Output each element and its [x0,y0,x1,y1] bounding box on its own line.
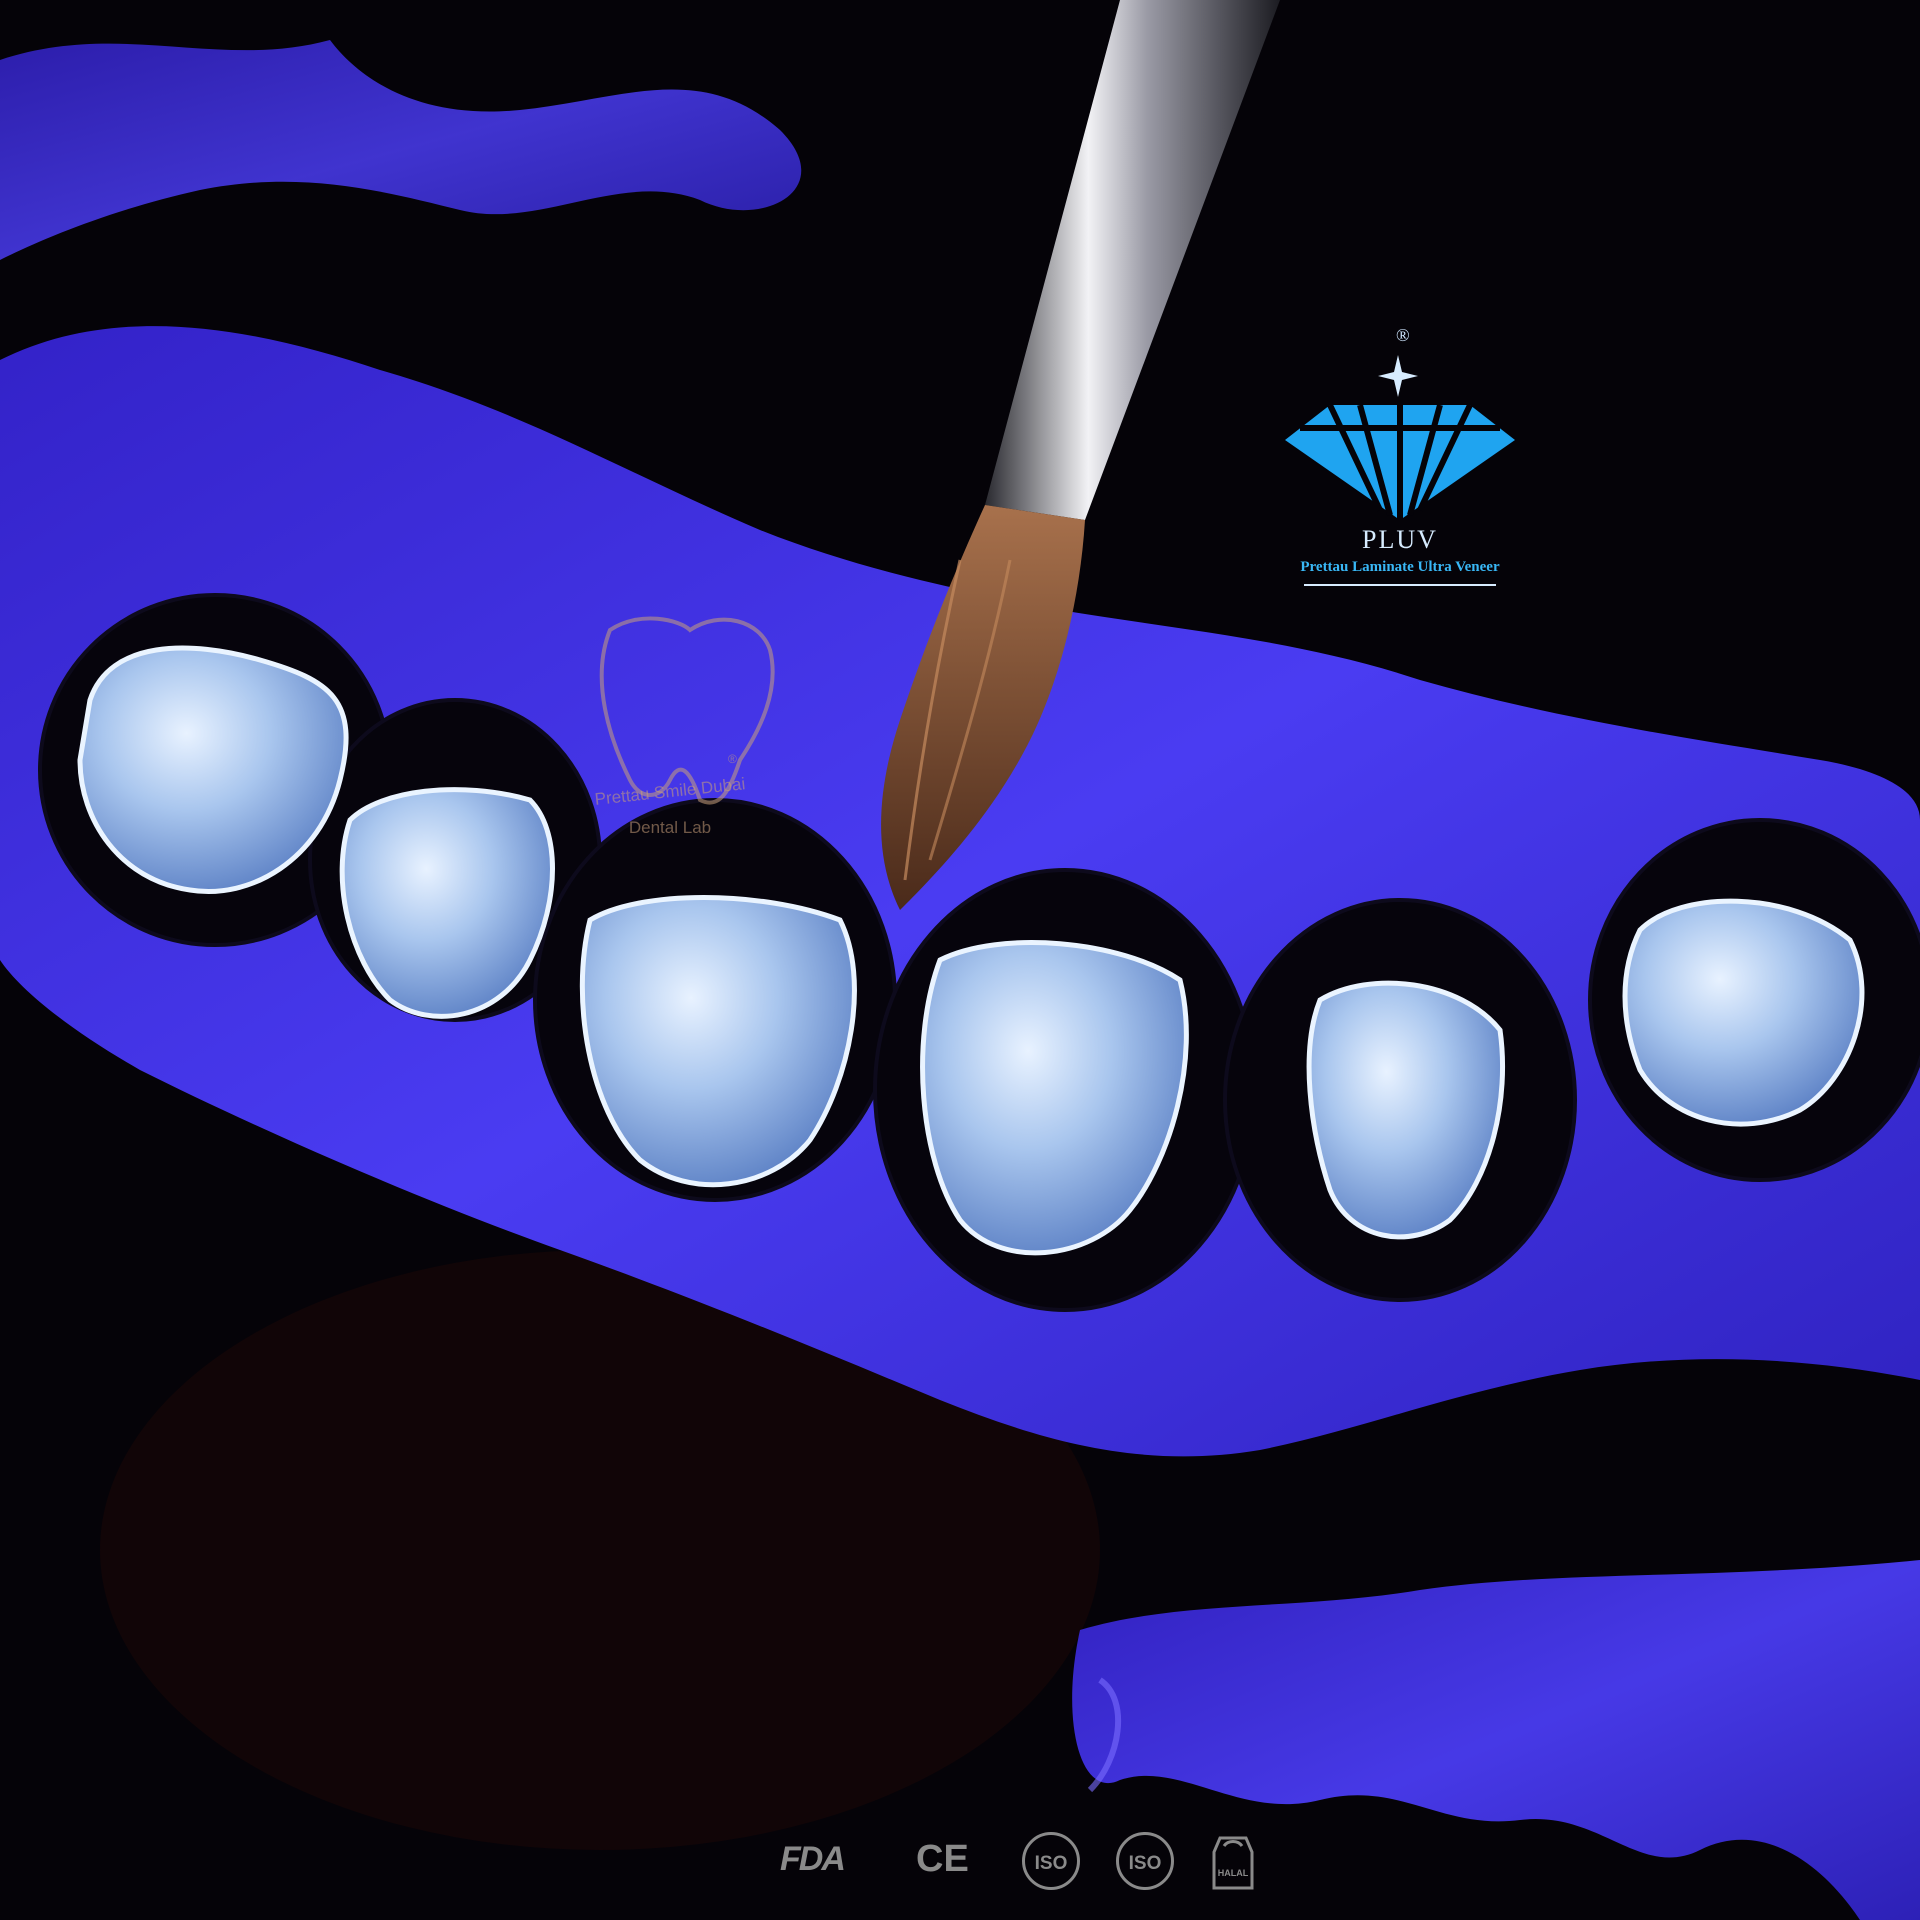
veneer-6 [1622,898,1865,1127]
lab-subtitle: Dental Lab [628,818,712,837]
iso-badge-1: ISO [1022,1832,1080,1890]
photo-background [0,0,1920,1920]
halal-icon [1212,1836,1254,1890]
pluv-brand-name: PLUV [1362,525,1438,554]
ce-badge: CE [916,1838,969,1880]
pluv-registered-mark: ® [1396,325,1410,345]
lab-name: Prettau Smile Dubai [593,774,747,809]
lab-watermark: ® Prettau Smile Dubai Dental Lab [560,610,780,870]
iso-badge-2: ISO [1116,1832,1174,1890]
fda-badge: FDA [780,1840,846,1878]
halal-badge: HALAL [1200,1828,1266,1894]
photo-scene: ® PLUV Prettau Laminate Ultra Veneer ® P… [0,0,1920,1920]
halal-label: HALAL [1217,1868,1249,1878]
certification-badges: FDA CE ISO ISO HALAL [780,1832,1254,1902]
pluv-tagline: Prettau Laminate Ultra Veneer [1300,559,1500,575]
pluv-underline [1304,584,1496,586]
lab-registered-mark: ® [728,752,737,766]
